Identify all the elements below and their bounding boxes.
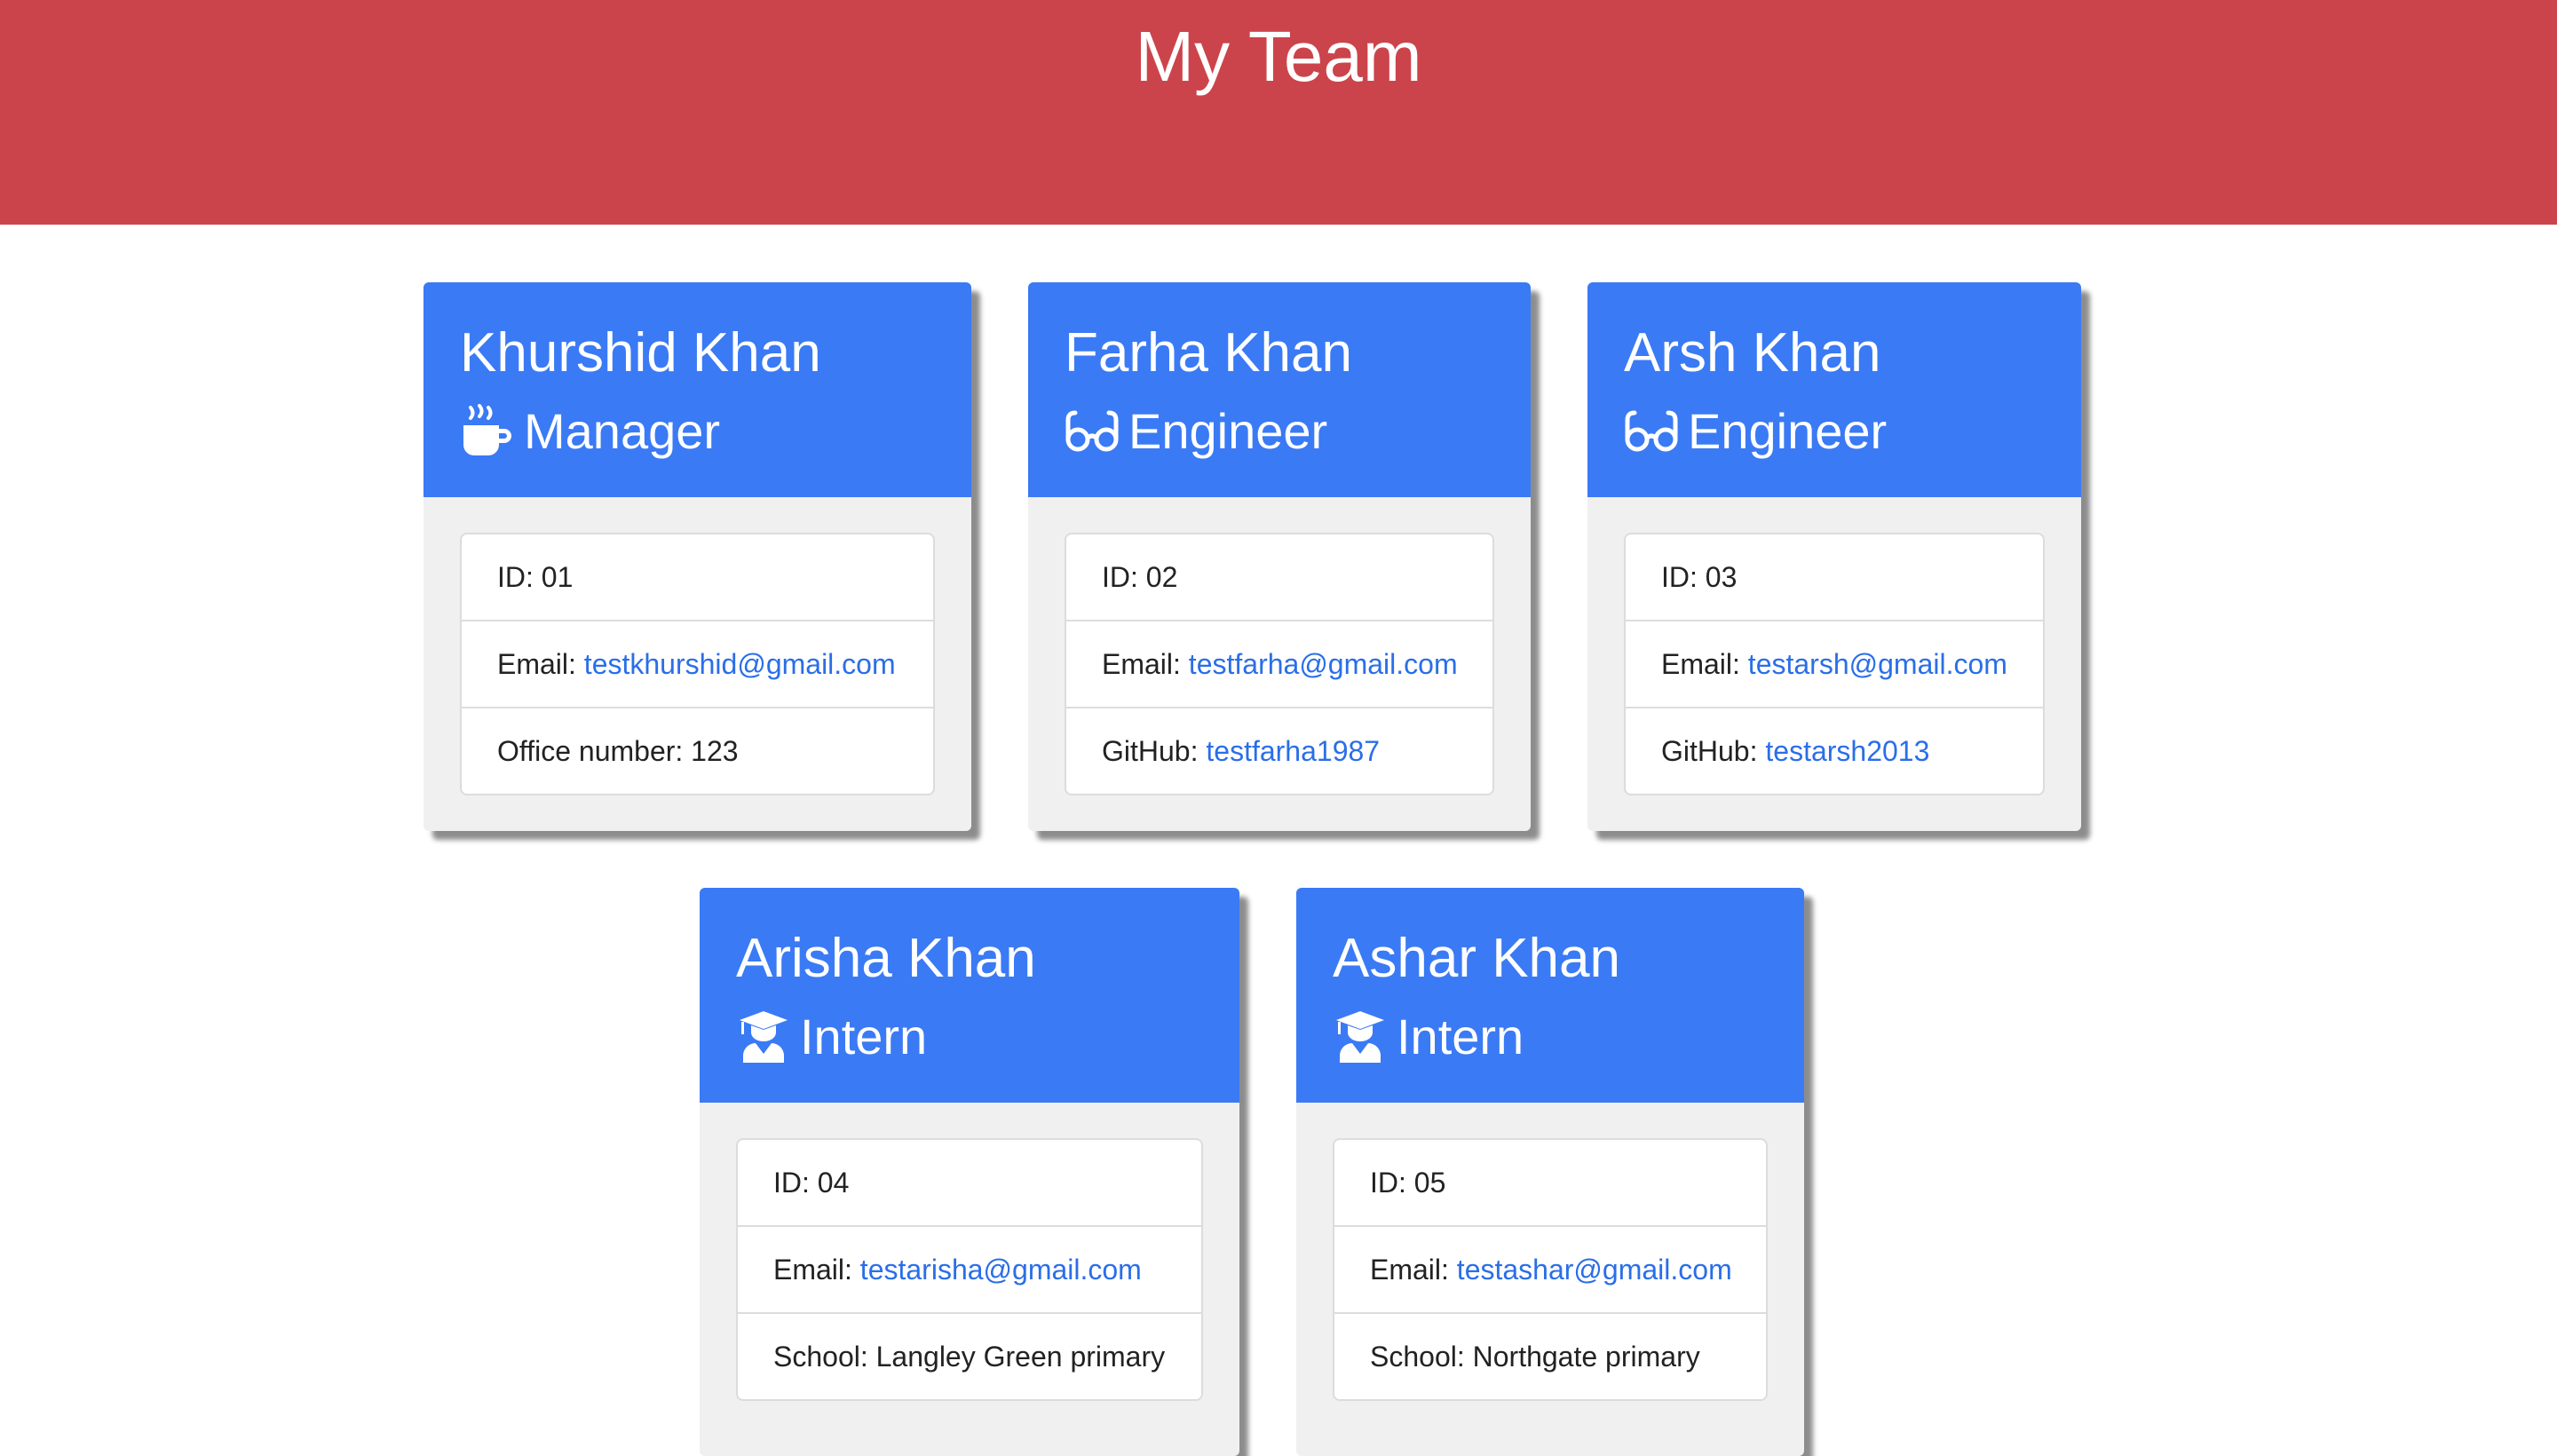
employee-role: Engineer — [1065, 400, 1327, 462]
github-link[interactable]: testarsh2013 — [1765, 735, 1929, 768]
github-link[interactable]: testfarha1987 — [1206, 735, 1380, 768]
office-text: Office number: 123 — [497, 734, 739, 767]
team-card-engineer: Farha Khan Engineer ID: 02 Email: testfa… — [1028, 282, 1531, 831]
id-row: ID: 05 — [1334, 1140, 1766, 1227]
card-header: Arisha Khan Intern — [700, 888, 1239, 1103]
email-label: Email: — [497, 647, 584, 680]
email-label: Email: — [773, 1253, 860, 1286]
email-link[interactable]: testarsh@gmail.com — [1748, 648, 2007, 681]
email-row: Email: testarsh@gmail.com — [1626, 621, 2043, 708]
employee-name: Farha Khan — [1065, 322, 1352, 384]
email-row: Email: testfarha@gmail.com — [1066, 621, 1492, 708]
graduate-icon — [736, 1009, 791, 1063]
role-label: Engineer — [1688, 402, 1888, 459]
details-list: ID: 03 Email: testarsh@gmail.com GitHub:… — [1624, 533, 2045, 795]
role-label: Intern — [1397, 1008, 1524, 1064]
graduate-icon — [1333, 1009, 1388, 1063]
details-list: ID: 05 Email: testashar@gmail.com School… — [1333, 1138, 1768, 1401]
email-label: Email: — [1661, 647, 1748, 680]
team-card-intern: Arisha Khan Intern ID: 04 Email: testari… — [700, 888, 1239, 1456]
id-row: ID: 02 — [1066, 534, 1492, 621]
github-row: GitHub: testfarha1987 — [1066, 708, 1492, 794]
employee-role: Intern — [736, 1005, 927, 1067]
id-text: ID: 03 — [1661, 560, 1738, 593]
employee-name: Arsh Khan — [1624, 322, 1881, 384]
employee-name: Khurshid Khan — [460, 322, 821, 384]
email-link[interactable]: testfarha@gmail.com — [1189, 648, 1458, 681]
email-label: Email: — [1370, 1253, 1457, 1286]
email-row: Email: testkhurshid@gmail.com — [462, 621, 933, 708]
email-row: Email: testashar@gmail.com — [1334, 1227, 1766, 1314]
team-card-intern: Ashar Khan Intern ID: 05 Email: testasha… — [1296, 888, 1804, 1456]
card-header: Farha Khan Engineer — [1028, 282, 1531, 497]
id-text: ID: 01 — [497, 560, 574, 593]
card-header: Ashar Khan Intern — [1296, 888, 1804, 1103]
school-row: School: Northgate primary — [1334, 1314, 1766, 1399]
details-list: ID: 01 Email: testkhurshid@gmail.com Off… — [460, 533, 935, 795]
id-text: ID: 04 — [773, 1166, 850, 1199]
id-text: ID: 05 — [1370, 1166, 1446, 1199]
office-row: Office number: 123 — [462, 708, 933, 794]
glasses-icon — [1065, 404, 1120, 457]
id-text: ID: 02 — [1102, 560, 1178, 593]
card-header: Arsh Khan Engineer — [1587, 282, 2081, 497]
school-text: School: Langley Green primary — [773, 1340, 1166, 1373]
page-title: My Team — [1135, 17, 1422, 96]
role-label: Intern — [800, 1008, 928, 1064]
school-row: School: Langley Green primary — [738, 1314, 1201, 1399]
employee-name: Ashar Khan — [1333, 928, 1620, 989]
role-label: Manager — [524, 402, 721, 459]
details-list: ID: 02 Email: testfarha@gmail.com GitHub… — [1065, 533, 1494, 795]
team-card-engineer: Arsh Khan Engineer ID: 03 Email: testars… — [1587, 282, 2081, 831]
details-list: ID: 04 Email: testarisha@gmail.com Schoo… — [736, 1138, 1203, 1401]
id-row: ID: 01 — [462, 534, 933, 621]
employee-name: Arisha Khan — [736, 928, 1036, 989]
github-label: GitHub: — [1661, 734, 1766, 767]
employee-role: Manager — [460, 400, 720, 462]
team-card-manager: Khurshid Khan Manager ID: 01 Email: test… — [424, 282, 971, 831]
school-text: School: Northgate primary — [1370, 1340, 1700, 1373]
email-row: Email: testarisha@gmail.com — [738, 1227, 1201, 1314]
github-label: GitHub: — [1102, 734, 1207, 767]
employee-role: Intern — [1333, 1005, 1524, 1067]
card-header: Khurshid Khan Manager — [424, 282, 971, 497]
id-row: ID: 04 — [738, 1140, 1201, 1227]
role-label: Engineer — [1128, 402, 1328, 459]
email-link[interactable]: testashar@gmail.com — [1457, 1254, 1732, 1286]
email-link[interactable]: testarisha@gmail.com — [860, 1254, 1142, 1286]
github-row: GitHub: testarsh2013 — [1626, 708, 2043, 794]
email-link[interactable]: testkhurshid@gmail.com — [584, 648, 896, 681]
glasses-icon — [1624, 404, 1679, 457]
coffee-icon — [460, 404, 515, 457]
page-header: My Team — [0, 0, 2557, 225]
email-label: Email: — [1102, 647, 1189, 680]
employee-role: Engineer — [1624, 400, 1887, 462]
id-row: ID: 03 — [1626, 534, 2043, 621]
